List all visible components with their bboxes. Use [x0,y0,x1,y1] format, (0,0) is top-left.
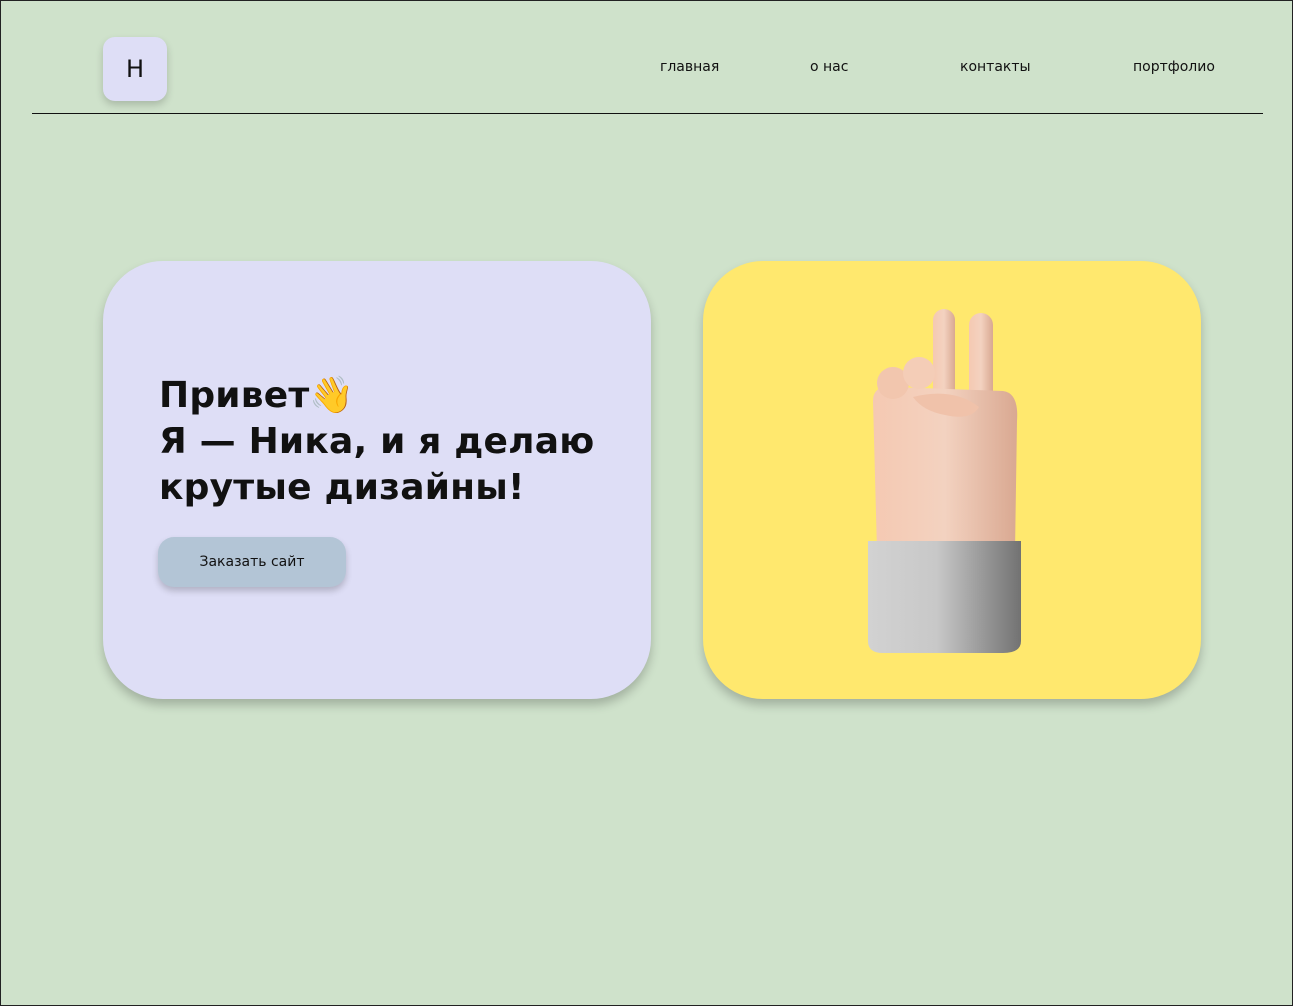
hero-tagline: крутые дизайны! [159,467,525,508]
order-site-button[interactable]: Заказать сайт [158,537,346,587]
logo-letter: Н [125,55,145,83]
nav-link-about[interactable]: о нас [810,59,848,75]
hero-image-card [703,261,1201,699]
logo[interactable]: Н [103,37,167,101]
page: Н главная о нас контакты портфолио Приве… [0,0,1293,1006]
nav-link-portfolio[interactable]: портфолио [1133,59,1215,75]
hero-text-card: Привет👋 Я — Ника, и я делаю крутые дизай… [103,261,651,699]
header-divider [32,113,1263,114]
hero-greeting: Привет👋 [159,375,355,416]
peace-hand-icon [868,309,1021,653]
nav-link-contacts[interactable]: контакты [960,59,1031,75]
nav-link-home[interactable]: главная [660,59,719,75]
hero-intro: Я — Ника, и я делаю [159,421,595,462]
hero-headline: Привет👋 Я — Ника, и я делаю крутые дизай… [159,373,594,511]
